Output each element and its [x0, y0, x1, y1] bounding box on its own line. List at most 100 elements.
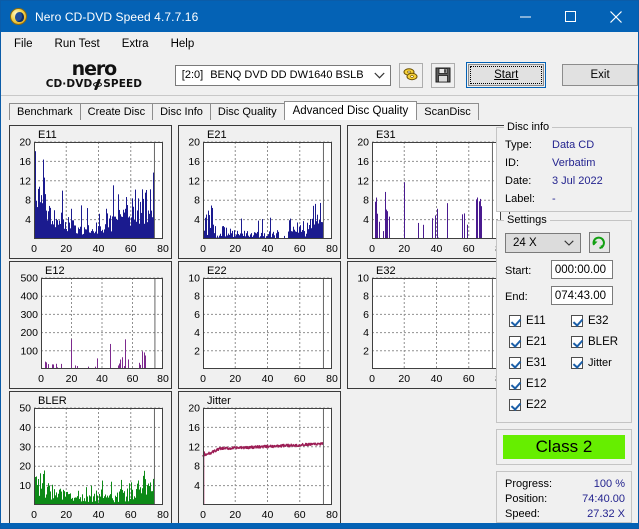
chevron-down-icon — [373, 66, 385, 85]
svg-text:8: 8 — [25, 195, 31, 207]
chart-panel-jitter: 0 20 40 60 80 4 8 12 16 20 Jitter — [178, 391, 341, 525]
start-position-label: Start: — [505, 265, 532, 277]
svg-text:100: 100 — [20, 345, 38, 357]
disc-info-key-id: ID: — [505, 157, 520, 169]
tab-disc-info[interactable]: Disc Info — [152, 103, 211, 120]
svg-text:20: 20 — [357, 137, 369, 149]
tab-benchmark[interactable]: Benchmark — [9, 103, 81, 120]
svg-text:60: 60 — [125, 243, 137, 255]
checkbox-label-jitter: Jitter — [588, 357, 612, 369]
svg-text:80: 80 — [326, 243, 338, 255]
chart-panel-e11: 0 20 40 60 80 4 8 12 16 20 E11 — [9, 125, 172, 259]
checkbox-e21[interactable]: E21 — [509, 336, 546, 348]
speed-select-value: 24 X — [513, 237, 537, 249]
svg-text:E11: E11 — [38, 129, 57, 141]
maximize-icon[interactable] — [548, 1, 593, 32]
svg-text:E12: E12 — [45, 265, 65, 277]
svg-text:60: 60 — [125, 509, 137, 521]
class-result-badge: Class 2 — [503, 435, 625, 459]
svg-text:4: 4 — [194, 214, 200, 226]
menu-bar: File Run Test Extra Help — [1, 32, 638, 56]
start-button[interactable]: Start — [466, 62, 547, 88]
checkmark-icon — [571, 336, 583, 348]
svg-text:80: 80 — [326, 373, 338, 385]
svg-text:40: 40 — [93, 243, 105, 255]
disc-info-value-date: 3 Jul 2022 — [552, 175, 603, 187]
start-button-dotted-ring — [470, 66, 543, 84]
svg-text:40: 40 — [431, 243, 443, 255]
refresh-green-icon[interactable] — [589, 232, 610, 253]
checkbox-e31[interactable]: E31 — [509, 357, 546, 369]
exit-button-label: Exit — [590, 69, 610, 81]
checkbox-e12[interactable]: E12 — [509, 378, 546, 390]
svg-text:12: 12 — [19, 175, 31, 187]
exit-button[interactable]: Exit — [562, 64, 639, 86]
logo-cddvd-text: CD·DVD — [45, 78, 93, 91]
menu-item-run-test[interactable]: Run Test — [46, 35, 109, 53]
tab-create-disc[interactable]: Create Disc — [79, 103, 154, 120]
menu-item-file[interactable]: File — [5, 35, 42, 53]
start-position-input[interactable]: 000:00.00 — [551, 260, 613, 279]
svg-text:E32: E32 — [376, 265, 396, 277]
checkbox-e22[interactable]: E22 — [509, 399, 546, 411]
svg-text:0: 0 — [200, 243, 206, 255]
svg-text:20: 20 — [60, 243, 72, 255]
menu-label-extra: Extra — [121, 37, 149, 50]
checkbox-e32[interactable]: E32 — [571, 315, 608, 327]
svg-text:16: 16 — [188, 156, 200, 168]
drive-name: BENQ DVD DD DW1640 BSLB — [210, 69, 364, 81]
checkbox-jitter[interactable]: Jitter — [571, 357, 612, 369]
chart-e32: 020406080246810E32 — [348, 262, 509, 388]
svg-text:0: 0 — [200, 373, 206, 385]
tab-label-disc-info: Disc Info — [160, 106, 203, 118]
svg-text:4: 4 — [363, 327, 369, 339]
svg-text:12: 12 — [357, 175, 369, 187]
floppy-save-icon[interactable] — [430, 62, 456, 88]
tab-scandisc[interactable]: ScanDisc — [416, 103, 479, 120]
close-icon[interactable] — [593, 1, 638, 32]
svg-text:BLER: BLER — [38, 395, 67, 407]
disc-info-key-label: Label: — [505, 193, 535, 205]
menu-item-extra[interactable]: Extra — [113, 35, 158, 53]
chevron-down-icon — [564, 234, 574, 252]
svg-text:10: 10 — [357, 273, 369, 285]
svg-text:0: 0 — [38, 373, 44, 385]
checkbox-bler[interactable]: BLER — [571, 336, 618, 348]
chart-bler: 0 20 40 60 80 10 20 30 40 50 BLER — [10, 392, 171, 524]
checkmark-icon — [509, 336, 521, 348]
disc-info-value-type: Data CD — [552, 139, 595, 151]
chart-e12: 0 20 40 60 80 100 200 300 400 500 E12 — [10, 262, 171, 388]
disc-eject-icon[interactable] — [398, 62, 423, 88]
drive-selector[interactable]: [2:0] BENQ DVD DD DW1640 BSLB — [174, 64, 391, 86]
svg-text:20: 20 — [188, 137, 200, 149]
svg-text:10: 10 — [19, 480, 31, 492]
settings-group-label: Settings — [504, 214, 550, 226]
nero-logo: nero CD·DVD SPEED — [21, 60, 167, 90]
svg-text:60: 60 — [294, 373, 306, 385]
class-result-label: Class 2 — [535, 437, 593, 456]
logo-nero-text: nero — [71, 58, 118, 80]
svg-text:Jitter: Jitter — [207, 395, 231, 407]
svg-text:20: 20 — [19, 461, 31, 473]
svg-text:40: 40 — [19, 422, 31, 434]
svg-text:20: 20 — [398, 373, 410, 385]
svg-text:0: 0 — [369, 243, 375, 255]
checkmark-icon — [509, 357, 521, 369]
tab-advanced-disc-quality[interactable]: Advanced Disc Quality — [283, 101, 418, 120]
checkmark-icon — [509, 315, 521, 327]
svg-text:60: 60 — [463, 243, 475, 255]
class-result-group: Class 2 — [496, 429, 632, 465]
checkbox-e11[interactable]: E11 — [509, 315, 546, 327]
svg-text:60: 60 — [294, 509, 306, 521]
title-bar: Nero CD-DVD Speed 4.7.7.16 — [1, 1, 638, 32]
svg-text:60: 60 — [127, 373, 139, 385]
tab-disc-quality[interactable]: Disc Quality — [209, 103, 285, 120]
menu-item-help[interactable]: Help — [162, 35, 204, 53]
minimize-icon[interactable] — [503, 1, 548, 32]
svg-text:60: 60 — [463, 373, 475, 385]
svg-text:12: 12 — [188, 441, 200, 453]
speed-select[interactable]: 24 X — [505, 233, 581, 253]
svg-text:8: 8 — [194, 195, 200, 207]
tab-label-create-disc: Create Disc — [87, 106, 146, 118]
end-position-input[interactable]: 074:43.00 — [551, 286, 613, 305]
